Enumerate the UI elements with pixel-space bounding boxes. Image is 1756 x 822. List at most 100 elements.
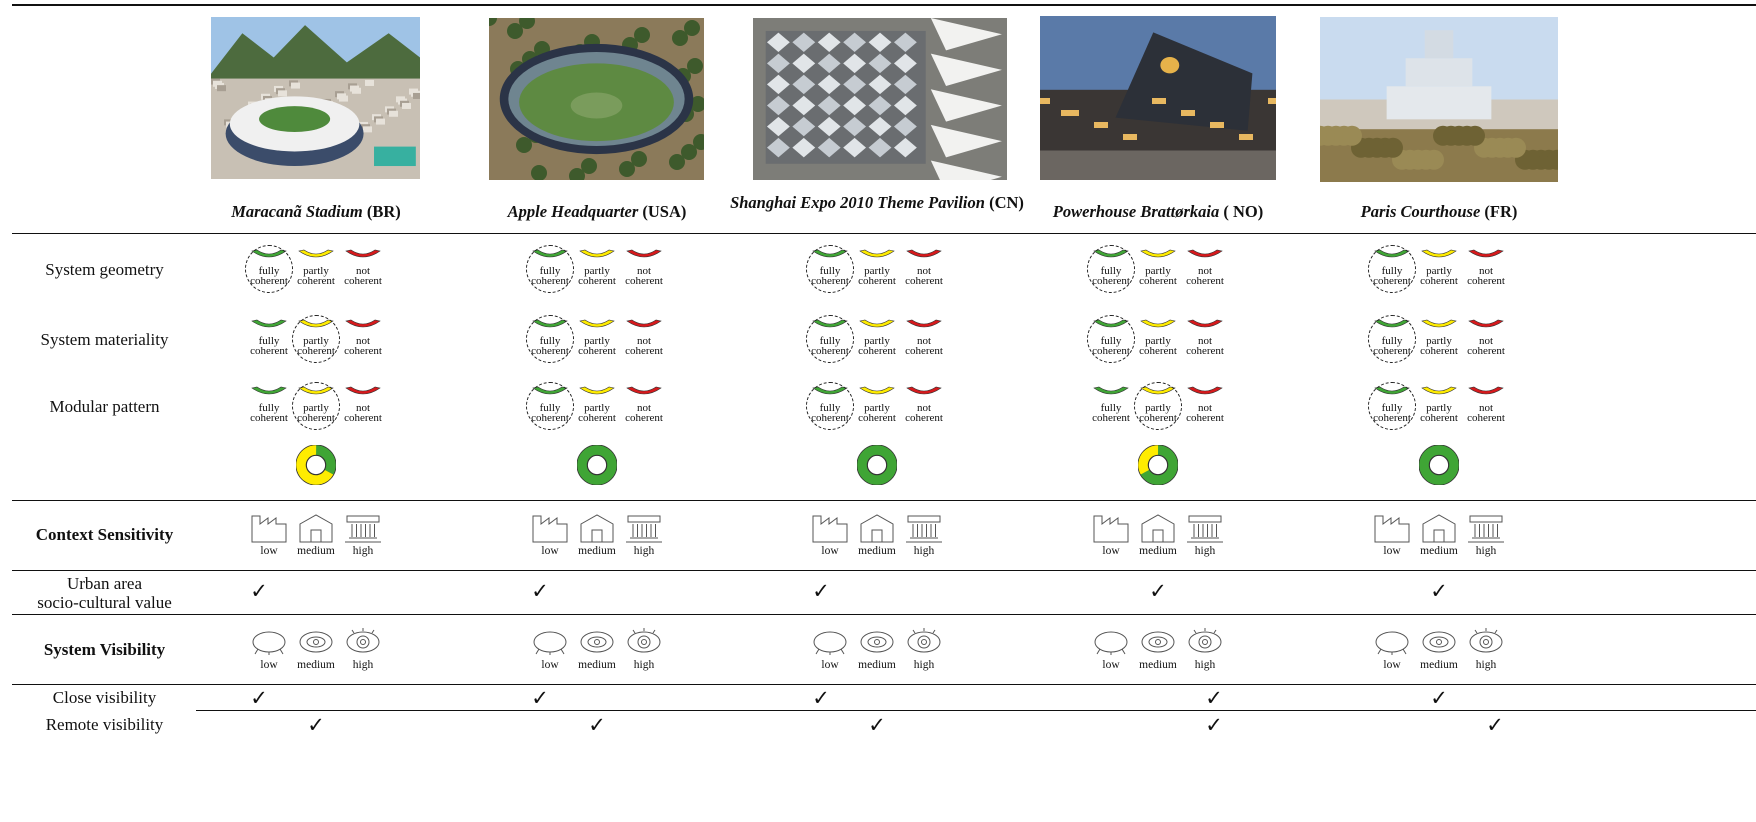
level-label: high <box>633 545 655 557</box>
coherence-label-suffix: coherent <box>344 345 382 357</box>
level-label: high <box>1475 545 1497 557</box>
building-caption: Powerhouse Brattørkaia ( NO) <box>1008 202 1308 221</box>
building-country: (USA) <box>642 202 687 221</box>
open-eye-icon <box>625 627 663 660</box>
building-country: ( NO) <box>1223 202 1264 221</box>
selected-marker <box>806 382 854 430</box>
row-label-urban-area: Urban area socio-cultural value <box>12 574 197 612</box>
coherence-rule <box>12 500 1756 501</box>
row-label-system-visibility: System Visibility <box>43 640 166 659</box>
selected-marker <box>1368 315 1416 363</box>
coherence-label-suffix: coherent <box>1467 275 1505 287</box>
coherence-label-suffix: coherent <box>1186 275 1224 287</box>
check-icon: ✓ <box>531 686 549 710</box>
coherence-label-suffix: coherent <box>1467 345 1505 357</box>
coherence-label-suffix: coherent <box>1186 412 1224 424</box>
open-eye-icon <box>1186 627 1224 660</box>
coherence-label-suffix: coherent <box>344 275 382 287</box>
building-caption: Apple Headquarter (USA) <box>447 202 747 221</box>
open-eye-icon <box>905 627 943 660</box>
coherence-donut <box>295 444 337 490</box>
row-label-line: socio-cultural value <box>37 593 172 612</box>
visibility-rule <box>12 684 1756 685</box>
check-icon: ✓ <box>1430 579 1448 603</box>
coherence-not: not coherent <box>616 248 672 287</box>
house-icon <box>296 512 336 549</box>
coherence-not: not coherent <box>1177 385 1233 424</box>
check-icon: ✓ <box>1149 579 1167 603</box>
coherence-label-suffix: coherent <box>625 412 663 424</box>
selected-marker <box>526 245 574 293</box>
coherence-donut <box>1418 444 1460 490</box>
factory-icon <box>810 512 850 549</box>
partly-coherent-arc-icon <box>859 319 895 328</box>
check-icon: ✓ <box>250 579 268 603</box>
house-icon <box>1138 512 1178 549</box>
coherence-not: not coherent <box>896 385 952 424</box>
coherence-not: not coherent <box>1177 318 1233 357</box>
row-label-system-materiality: System materiality <box>40 330 169 349</box>
house-icon <box>857 512 897 549</box>
temple-icon <box>1185 512 1225 549</box>
not-coherent-arc-icon <box>1187 249 1223 258</box>
coherence-label-suffix: coherent <box>625 275 663 287</box>
coherence-label-suffix: coherent <box>344 412 382 424</box>
coherence-label-suffix: coherent <box>1467 412 1505 424</box>
not-coherent-arc-icon <box>906 386 942 395</box>
not-coherent-arc-icon <box>345 319 381 328</box>
selected-marker <box>292 382 340 430</box>
building-name: Shanghai Expo 2010 Theme Pavilion <box>730 193 985 212</box>
coherence-label-suffix: coherent <box>905 345 943 357</box>
house-icon <box>1419 512 1459 549</box>
building-photo <box>211 17 420 179</box>
coherence-label-suffix: coherent <box>1186 345 1224 357</box>
selected-marker <box>526 315 574 363</box>
coherence-donut <box>856 444 898 490</box>
partly-coherent-arc-icon <box>1421 386 1457 395</box>
not-coherent-arc-icon <box>345 249 381 258</box>
level-label: high <box>913 659 935 671</box>
not-coherent-arc-icon <box>906 319 942 328</box>
not-coherent-arc-icon <box>626 319 662 328</box>
fully-coherent-arc-icon <box>1093 386 1129 395</box>
coherence-not: not coherent <box>1458 248 1514 287</box>
not-coherent-arc-icon <box>1187 386 1223 395</box>
selected-marker <box>1134 382 1182 430</box>
coherence-not: not coherent <box>896 248 952 287</box>
level-label: high <box>352 545 374 557</box>
level-label: high <box>352 659 374 671</box>
partly-coherent-arc-icon <box>579 386 615 395</box>
building-photo <box>1320 17 1558 182</box>
coherence-not: not coherent <box>335 318 391 357</box>
partly-coherent-arc-icon <box>579 249 615 258</box>
selected-marker <box>292 315 340 363</box>
not-coherent-arc-icon <box>626 249 662 258</box>
closed-eye-icon <box>531 627 569 660</box>
building-country: (BR) <box>366 202 401 221</box>
check-icon: ✓ <box>868 713 886 737</box>
temple-icon <box>343 512 383 549</box>
temple-icon <box>624 512 664 549</box>
level-label: high <box>913 545 935 557</box>
building-name: Maracanã Stadium <box>231 202 363 221</box>
not-coherent-arc-icon <box>345 386 381 395</box>
not-coherent-arc-icon <box>906 249 942 258</box>
top-rule <box>12 4 1756 6</box>
half-eye-icon <box>858 627 896 660</box>
selected-marker <box>1087 315 1135 363</box>
partly-coherent-arc-icon <box>1421 319 1457 328</box>
coherence-not: not coherent <box>1458 385 1514 424</box>
row-label-context-sensitivity: Context Sensitivity <box>35 525 174 544</box>
check-icon: ✓ <box>1430 686 1448 710</box>
closed-eye-icon <box>1092 627 1130 660</box>
coherence-label-suffix: coherent <box>905 275 943 287</box>
factory-icon <box>530 512 570 549</box>
check-icon: ✓ <box>588 713 606 737</box>
coherence-not: not coherent <box>335 385 391 424</box>
open-eye-icon <box>344 627 382 660</box>
check-icon: ✓ <box>531 579 549 603</box>
building-photo <box>1040 16 1276 180</box>
check-icon: ✓ <box>1205 686 1223 710</box>
building-caption: Maracanã Stadium (BR) <box>166 202 466 221</box>
not-coherent-arc-icon <box>1187 319 1223 328</box>
